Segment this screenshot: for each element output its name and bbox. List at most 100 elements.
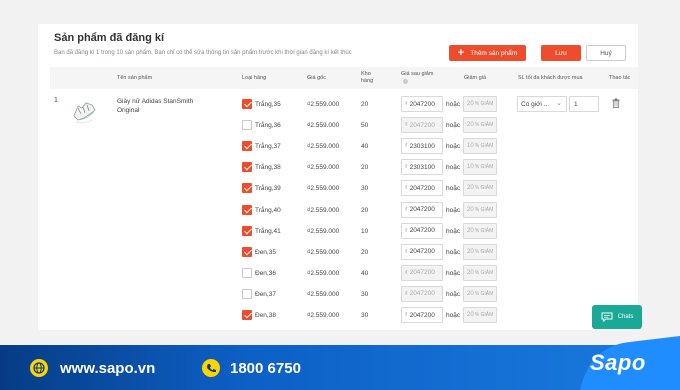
discount-unit: % GIẢM	[474, 248, 494, 255]
discount-percent-input[interactable]: 20% GIẢM	[463, 243, 497, 260]
variant-checkbox[interactable]	[242, 99, 252, 109]
stock-qty: 20	[361, 101, 369, 108]
table-row: Trắng,41 ₫2.559.000 10 ₫ 2047200 hoặc 20% GIẢM	[50, 222, 638, 244]
chat-button[interactable]: Chats	[592, 305, 642, 329]
discount-unit: % GIẢM	[474, 185, 494, 192]
sale-price-value: 2047200	[409, 184, 435, 192]
stock-qty: 10	[361, 227, 369, 235]
sale-price-input[interactable]: ₫ 2047200	[401, 117, 443, 134]
header-type: Loại hàng	[242, 75, 267, 81]
discount-percent-input[interactable]: 20% GIẢM	[463, 180, 497, 197]
discount-unit: % GIẢM	[474, 312, 494, 318]
original-price: ₫2.559.000	[307, 269, 340, 277]
or-label: hoặc	[446, 269, 461, 277]
discount-percent-value: 20	[467, 290, 474, 297]
currency-symbol: ₫	[405, 206, 408, 213]
chat-icon	[601, 312, 613, 322]
discount-percent-input[interactable]: 20% GIẢM	[463, 96, 497, 112]
sale-price-input[interactable]: ₫ 2303100	[401, 138, 443, 155]
sale-price-input[interactable]: ₫ 2047200	[401, 243, 443, 260]
currency-symbol: ₫	[405, 101, 408, 107]
help-icon[interactable]	[403, 79, 408, 84]
or-label: hoặc	[446, 143, 461, 151]
registered-products-panel: Sản phẩm đã đăng kí Bạn đã đăng kí 1 tro…	[38, 24, 638, 330]
header-sale-price: Giá sau giảm	[401, 71, 434, 77]
cancel-button[interactable]: Huỷ	[586, 45, 626, 61]
variant-type: Đen,37	[255, 290, 276, 298]
currency-symbol: ₫	[405, 312, 408, 318]
sale-price-input[interactable]: ₫ 2047200	[401, 96, 443, 112]
original-price: ₫2.559.000	[307, 164, 340, 172]
discount-unit: % GIẢM	[474, 290, 494, 297]
variant-checkbox[interactable]	[242, 204, 252, 215]
or-label: hoặc	[446, 227, 461, 235]
discount-unit: % GIẢM	[474, 269, 494, 276]
currency-symbol: ₫	[405, 164, 408, 171]
discount-percent-input[interactable]: 20% GIẢM	[463, 222, 497, 239]
variant-checkbox[interactable]	[242, 162, 252, 173]
or-label: hoặc	[446, 101, 461, 108]
discount-percent-value: 10	[467, 143, 474, 150]
discount-percent-input[interactable]: 20% GIẢM	[463, 307, 497, 323]
stock-qty: 50	[361, 122, 369, 130]
variant-checkbox[interactable]	[242, 141, 252, 152]
original-price: ₫2.559.000	[307, 227, 340, 235]
original-price: ₫2.559.000	[307, 206, 340, 214]
header-stock-2: hàng	[361, 78, 374, 84]
discount-unit: % GIẢM	[474, 101, 494, 107]
add-product-button[interactable]: + Thêm sản phẩm	[449, 45, 526, 61]
sale-price-input[interactable]: ₫ 2047200	[401, 285, 443, 302]
sale-price-value: 2303100	[409, 163, 435, 171]
discount-percent-input[interactable]: 20% GIẢM	[463, 201, 497, 218]
sale-price-input[interactable]: ₫ 2047200	[401, 307, 443, 323]
discount-percent-input[interactable]: 20% GIẢM	[463, 264, 497, 281]
or-label: hoặc	[446, 312, 461, 319]
variant-type: Trắng,37	[255, 143, 281, 151]
discount-percent-value: 10	[467, 164, 474, 171]
currency-symbol: ₫	[405, 248, 408, 255]
variant-type: Trắng,40	[255, 206, 281, 214]
sale-price-input[interactable]: ₫ 2303100	[401, 159, 443, 176]
discount-percent-value: 20	[467, 269, 474, 276]
header-max-qty: SL tối đa khách được mua	[518, 75, 583, 81]
variant-type: Trắng,39	[255, 185, 281, 193]
discount-percent-value: 20	[467, 101, 474, 107]
variant-checkbox[interactable]	[242, 225, 252, 236]
currency-symbol: ₫	[405, 122, 408, 129]
stock-qty: 30	[361, 185, 369, 193]
variant-type: Đen,38	[255, 312, 276, 319]
discount-percent-input[interactable]: 10% GIẢM	[463, 138, 497, 155]
sale-price-value: 2047200	[409, 269, 435, 277]
table-row: Đen,36 ₫2.559.000 40 ₫ 2047200 hoặc 20% GIẢM	[50, 264, 638, 286]
add-product-label: Thêm sản phẩm	[470, 49, 518, 57]
currency-symbol: ₫	[405, 143, 408, 150]
variant-checkbox[interactable]	[242, 310, 252, 320]
sale-price-input[interactable]: ₫ 2047200	[401, 222, 443, 239]
variant-type: Trắng,41	[255, 227, 281, 235]
sale-price-value: 2047200	[409, 100, 435, 108]
sale-price-input[interactable]: ₫ 2047200	[401, 264, 443, 281]
table-row: Trắng,39 ₫2.559.000 30 ₫ 2047200 hoặc 20% GIẢM	[50, 180, 638, 201]
table-row: Đen,35 ₫2.559.000 20 ₫ 2047200 hoặc 20% GIẢM	[50, 243, 638, 265]
page-subtitle: Bạn đã đăng kí 1 trong 10 sản phẩm. Bạn …	[54, 50, 352, 56]
website-text: www.sapo.vn	[60, 360, 156, 377]
variant-checkbox[interactable]	[242, 288, 252, 299]
discount-percent-value: 20	[467, 206, 474, 213]
variant-checkbox[interactable]	[242, 183, 252, 194]
discount-percent-input[interactable]: 20% GIẢM	[463, 285, 497, 302]
discount-percent-input[interactable]: 20% GIẢM	[463, 117, 497, 134]
save-button[interactable]: Lưu	[541, 45, 581, 61]
variant-checkbox[interactable]	[242, 267, 252, 278]
variant-checkbox[interactable]	[242, 120, 252, 131]
discount-unit: % GIẢM	[474, 227, 494, 234]
currency-symbol: ₫	[405, 269, 408, 276]
registered-count: 1	[96, 50, 100, 56]
variant-type: Trắng,35	[255, 101, 281, 108]
variant-checkbox[interactable]	[242, 246, 252, 257]
sale-price-value: 2047200	[409, 290, 435, 298]
header-actions: Thao tác	[609, 75, 631, 81]
discount-percent-input[interactable]: 10% GIẢM	[463, 159, 497, 176]
or-label: hoặc	[446, 206, 461, 214]
sale-price-input[interactable]: ₫ 2047200	[401, 201, 443, 218]
sale-price-input[interactable]: ₫ 2047200	[401, 180, 443, 197]
